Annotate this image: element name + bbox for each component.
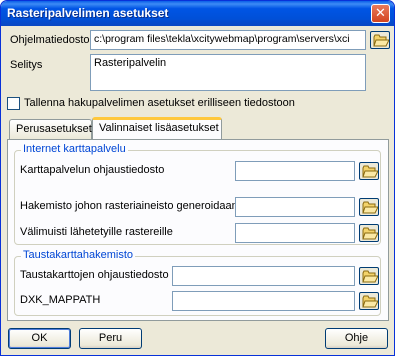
close-button[interactable]: ✕ xyxy=(371,4,390,23)
background-control-file-browse-button[interactable] xyxy=(359,267,379,285)
background-map-group-title: Taustakarttahakemisto xyxy=(21,249,136,261)
description-field[interactable]: Rasteripalvelin xyxy=(90,54,366,91)
ok-button[interactable]: OK xyxy=(8,328,71,349)
dxk-mappath-browse-button[interactable] xyxy=(359,292,379,310)
raster-cache-label: Välimuisti lähetetyille rastereille xyxy=(20,226,173,238)
raster-generate-dir-browse-button[interactable] xyxy=(359,198,379,216)
tab-perusasetukset[interactable]: Perusasetukset xyxy=(9,119,92,139)
map-service-control-file-field[interactable] xyxy=(235,161,355,181)
map-service-control-file-browse-button[interactable] xyxy=(359,162,379,180)
background-control-file-field[interactable] xyxy=(172,266,355,286)
raster-generate-dir-label: Hakemisto johon rasteriaineisto generoid… xyxy=(20,200,238,212)
internet-group-title: Internet karttapalvelu xyxy=(21,143,128,155)
internet-group: Internet karttapalvelu Karttapalvelun oh… xyxy=(14,143,381,245)
title-bar[interactable]: Rasteripalvelimen asetukset ✕ xyxy=(1,1,394,26)
raster-generate-dir-field[interactable] xyxy=(235,197,355,217)
program-file-label: Ohjelmatiedosto xyxy=(10,34,90,46)
dxk-mappath-field[interactable] xyxy=(172,291,355,311)
program-file-field[interactable]: c:\program files\tekla\xcitywebmap\progr… xyxy=(90,30,366,50)
help-button[interactable]: Ohje xyxy=(325,328,388,349)
save-separately-label[interactable]: Tallenna hakupalvelimen asetukset erilli… xyxy=(24,97,295,109)
map-service-control-file-label: Karttapalvelun ohjaustiedosto xyxy=(20,164,165,176)
program-file-browse-button[interactable] xyxy=(370,31,390,49)
open-folder-icon xyxy=(362,270,378,283)
save-separately-checkbox[interactable] xyxy=(7,97,20,110)
open-folder-icon xyxy=(362,165,378,178)
background-map-group: Taustakarttahakemisto Taustakarttojen oh… xyxy=(14,249,381,316)
open-folder-icon xyxy=(362,295,378,308)
window-title: Rasteripalvelimen asetukset xyxy=(7,6,169,20)
raster-cache-browse-button[interactable] xyxy=(359,224,379,242)
raster-cache-field[interactable] xyxy=(235,223,355,243)
cancel-button[interactable]: Peru xyxy=(79,328,142,349)
close-icon: ✕ xyxy=(375,5,386,20)
open-folder-icon xyxy=(373,34,389,47)
background-control-file-label: Taustakarttojen ohjaustiedosto xyxy=(20,269,169,281)
dialog-window: Rasteripalvelimen asetukset ✕ Ohjelmatie… xyxy=(0,0,395,356)
tab-panel: Internet karttapalvelu Karttapalvelun oh… xyxy=(7,139,389,321)
description-label: Selitys xyxy=(10,59,43,71)
open-folder-icon xyxy=(362,227,378,240)
open-folder-icon xyxy=(362,201,378,214)
tab-valinnaiset-lisaasetukset[interactable]: Valinnaiset lisäasetukset xyxy=(92,117,222,139)
dxk-mappath-label: DXK_MAPPATH xyxy=(20,294,101,306)
